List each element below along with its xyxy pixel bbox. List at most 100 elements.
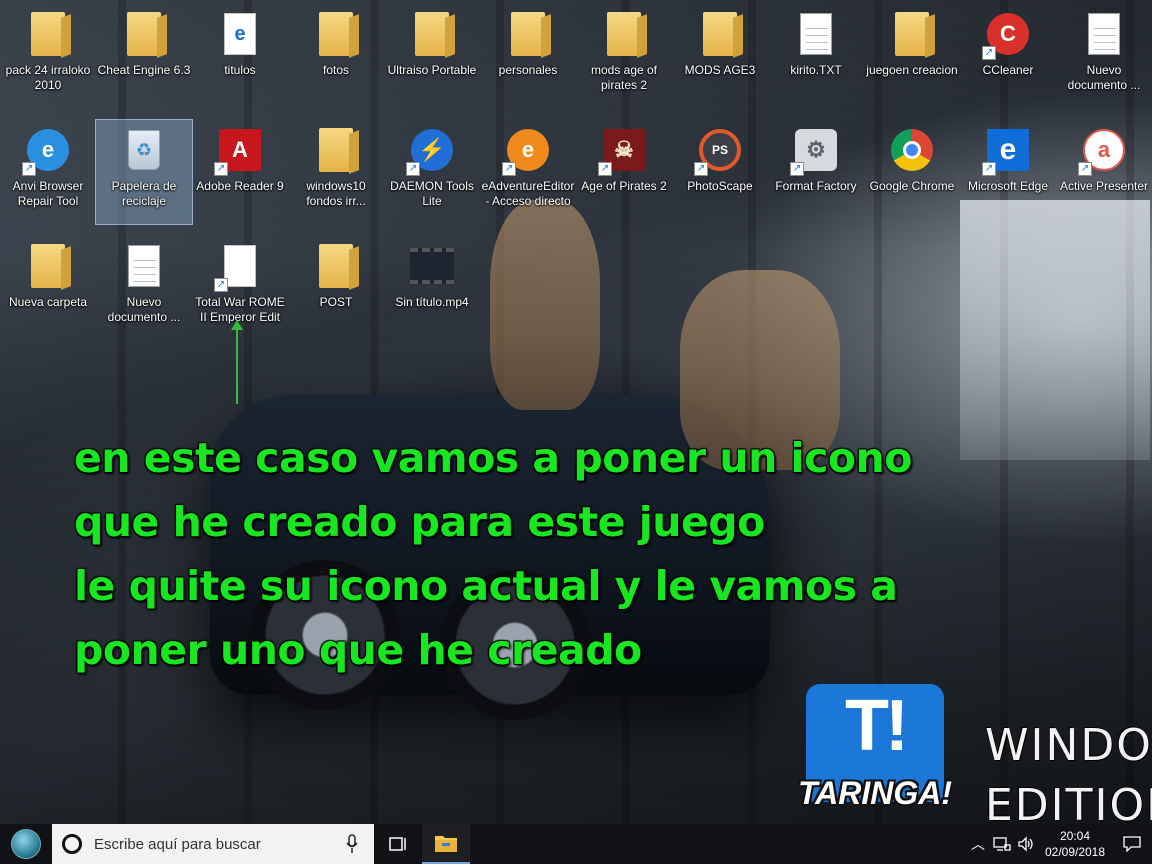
active-presenter-icon: a ↗ [1078, 126, 1128, 176]
shortcut-arrow-icon: ↗ [982, 46, 996, 60]
desktop-icon-google-chrome[interactable]: Google Chrome [864, 120, 960, 224]
desktop-icon-windows10-fondos[interactable]: windows10 fondos irr... [288, 120, 384, 224]
blank-file-icon: ↗ [214, 242, 264, 292]
icon-label: juegoen creacion [866, 63, 958, 77]
search-input[interactable]: Escribe aquí para buscar [94, 836, 340, 853]
search-box[interactable]: Escribe aquí para buscar [52, 824, 374, 864]
photoscape-icon: PS ↗ [694, 126, 744, 176]
desktop-icon-photoscape[interactable]: PS ↗ PhotoScape [672, 120, 768, 224]
file-explorer-icon [435, 836, 457, 852]
desktop-icon-mods-age3[interactable]: MODS AGE3 [672, 4, 768, 108]
shortcut-arrow-icon: ↗ [22, 162, 36, 176]
icon-label: titulos [224, 63, 256, 77]
icon-label: MODS AGE3 [684, 63, 756, 77]
desktop-icon-microsoft-edge[interactable]: e ↗ Microsoft Edge [960, 120, 1056, 224]
desktop-icon-anvi-browser[interactable]: e ↗ Anvi Browser Repair Tool [0, 120, 96, 224]
caption-line: le quite su icono actual y le vamos a [74, 562, 898, 610]
wallpaper-brand-text: WINDOWS EDITION LI [985, 716, 1152, 836]
clock-time: 20:04 [1059, 829, 1091, 843]
action-center-button[interactable] [1112, 824, 1152, 864]
desktop-icon-kirito[interactable]: kirito.TXT [768, 4, 864, 108]
folder-icon [408, 10, 456, 58]
desktop-icon-ultraiso[interactable]: Ultraiso Portable [384, 4, 480, 108]
folder-icon [24, 242, 72, 290]
icon-label: Format Factory [775, 179, 857, 193]
folder-icon [600, 10, 648, 58]
text-file-icon [792, 10, 840, 58]
volume-icon[interactable] [1014, 824, 1038, 864]
taskbar-clock[interactable]: 20:04 02/09/2018 [1038, 828, 1112, 860]
icon-label: fotos [322, 63, 349, 77]
folder-icon [120, 10, 168, 58]
icon-label: POST [319, 295, 353, 309]
caption-line: poner uno que he creado [74, 626, 642, 674]
ccleaner-icon: C ↗ [982, 10, 1032, 60]
shortcut-arrow-icon: ↗ [214, 162, 228, 176]
desktop-icon-age-of-pirates-2[interactable]: ☠ ↗ Age of Pirates 2 [576, 120, 672, 224]
shortcut-arrow-icon: ↗ [1078, 162, 1092, 176]
folder-zip-icon [24, 10, 72, 58]
cortana-icon [62, 834, 82, 854]
icon-label: CCleaner [982, 63, 1034, 77]
network-icon[interactable] [990, 824, 1014, 864]
wallpaper-window-light [960, 200, 1150, 460]
tutorial-caption: en este caso vamos a poner un icono que … [74, 426, 944, 682]
caption-line: en este caso vamos a poner un icono [74, 434, 912, 482]
folder-icon [888, 10, 936, 58]
taringa-wordmark: TARINGA! [797, 775, 953, 811]
icon-label: Cheat Engine 6.3 [97, 63, 191, 77]
eadventure-icon: e ↗ [502, 126, 552, 176]
text-file-icon [120, 242, 168, 290]
start-button[interactable] [0, 824, 52, 864]
icon-label: DAEMON Tools Lite [390, 179, 474, 208]
folder-icon [312, 242, 360, 290]
task-view-button[interactable] [374, 824, 422, 864]
wallpaper-figure [490, 200, 600, 410]
desktop-icon-eadventure[interactable]: e ↗ eAdventureEditor - Acceso directo [480, 120, 576, 224]
desktop-icon-format-factory[interactable]: ⚙ ↗ Format Factory [768, 120, 864, 224]
desktop-icon-nuevo-documento-2[interactable]: Nuevo documento ... [96, 236, 192, 340]
show-hidden-icons-chevron-icon[interactable]: ︿ [966, 824, 990, 864]
notification-icon [1123, 836, 1141, 852]
desktop-icon-nuevo-documento-1[interactable]: Nuevo documento ... [1056, 4, 1152, 108]
desktop-icon-titulos[interactable]: e titulos [192, 4, 288, 108]
shortcut-arrow-icon: ↗ [502, 162, 516, 176]
desktop-icon-mods-age-of-pirates[interactable]: mods age of pirates 2 [576, 4, 672, 108]
desktop-icon-fotos[interactable]: fotos [288, 4, 384, 108]
desktop-icon-pack24[interactable]: pack 24 irraloko 2010 [0, 4, 96, 108]
desktop-icon-nueva-carpeta[interactable]: Nueva carpeta [0, 236, 96, 340]
desktop-icon-personales[interactable]: personales [480, 4, 576, 108]
desktop-icon-active-presenter[interactable]: a ↗ Active Presenter [1056, 120, 1152, 224]
video-file-icon [408, 242, 456, 290]
desktop-icon-ccleaner[interactable]: C ↗ CCleaner [960, 4, 1056, 108]
taskbar: Escribe aquí para buscar ︿ 20:04 02/09/2… [0, 824, 1152, 864]
icon-label: eAdventureEditor - Acceso directo [481, 179, 575, 208]
icon-label: Anvi Browser Repair Tool [12, 179, 84, 208]
desktop-icon-papelera[interactable]: ♻ Papelera de reciclaje [95, 119, 193, 225]
folder-icon [312, 10, 360, 58]
desktop-icon-post[interactable]: POST [288, 236, 384, 340]
icon-label: Age of Pirates 2 [581, 179, 667, 193]
shortcut-arrow-icon: ↗ [598, 162, 612, 176]
icon-label: PhotoScape [687, 179, 753, 193]
microphone-icon[interactable] [340, 832, 364, 856]
desktop-icon-cheat-engine[interactable]: Cheat Engine 6.3 [96, 4, 192, 108]
desktop-icon-juegoen-creacion[interactable]: juegoen creacion [864, 4, 960, 108]
icon-label: kirito.TXT [790, 63, 842, 77]
icon-label: personales [498, 63, 558, 77]
desktop-icon-adobe-reader[interactable]: A ↗ Adobe Reader 9 [192, 120, 288, 224]
file-explorer-button[interactable] [422, 824, 470, 864]
icon-label: Ultraiso Portable [387, 63, 477, 77]
caption-line: que he creado para este juego [74, 498, 765, 546]
icon-label: Active Presenter [1059, 179, 1149, 193]
brand-line: WINDOWS [985, 720, 1152, 771]
shortcut-arrow-icon: ↗ [790, 162, 804, 176]
system-tray: ︿ 20:04 02/09/2018 [966, 824, 1152, 864]
recycle-bin-icon: ♻ [120, 126, 168, 174]
desktop-icon-daemon-tools[interactable]: ⚡ ↗ DAEMON Tools Lite [384, 120, 480, 224]
annotation-arrow-line [236, 326, 238, 404]
shortcut-arrow-icon: ↗ [214, 278, 228, 292]
desktop-icon-sin-titulo-mp4[interactable]: Sin título.mp4 [384, 236, 480, 340]
shortcut-arrow-icon: ↗ [406, 162, 420, 176]
format-factory-icon: ⚙ ↗ [790, 126, 840, 176]
